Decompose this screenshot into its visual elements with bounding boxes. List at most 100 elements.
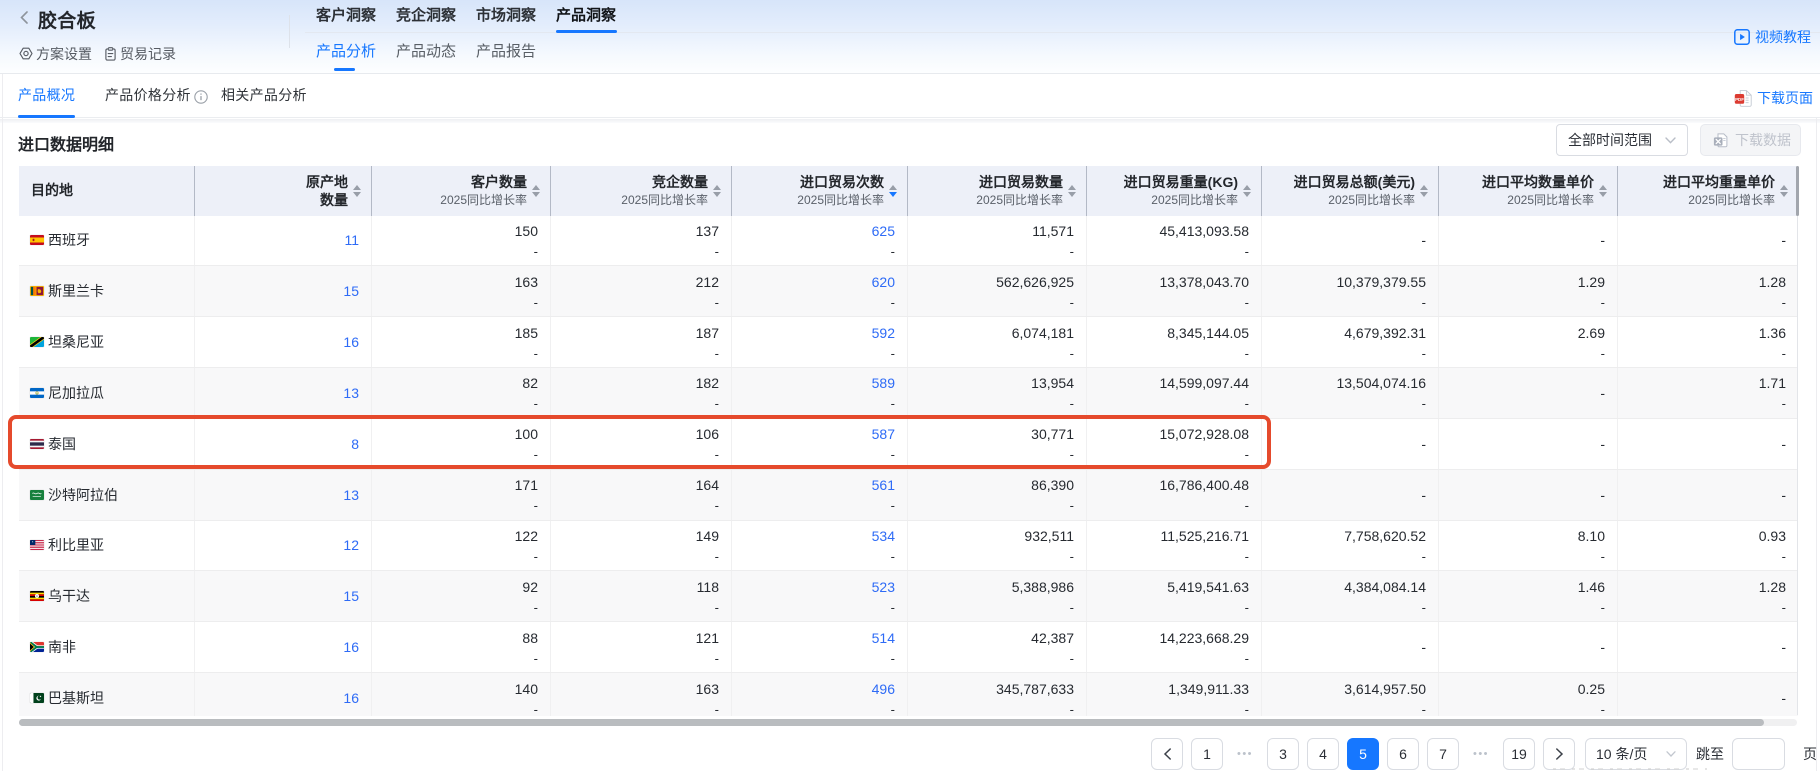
origin-count-link[interactable]: 15 [343,281,359,301]
sort-carets[interactable] [532,185,540,197]
scheme-settings-button[interactable]: 方案设置 [19,45,92,62]
cell-value[interactable]: 534 [872,526,895,546]
content-left-border [2,74,3,771]
cell-growth: - [1601,295,1605,311]
cell-value: 121 [696,628,719,648]
nav-tab-4[interactable]: 产品洞察 [556,0,616,32]
cell-growth: - [715,498,719,514]
cell-value: 212 [696,272,719,292]
cell-origin-count: 8 [195,419,372,469]
col-header-4[interactable]: 竞企数量2025同比增长率 [551,166,732,216]
origin-count-link[interactable]: 8 [351,434,359,454]
page-tab-3[interactable]: 相关产品分析 [221,74,307,117]
col-header-5[interactable]: 进口贸易次数2025同比增长率 [732,166,908,216]
subnav-tab-3[interactable]: 产品报告 [476,40,536,66]
nav-tab-2[interactable]: 竞企洞察 [396,0,456,32]
jump-page-input[interactable] [1732,738,1785,770]
cell-value: 5,388,986 [1012,577,1074,597]
back-icon[interactable] [19,11,29,24]
table-row-沙特阿拉伯: 沙特阿拉伯13171-164-561-86,390-16,786,400.48-… [19,470,1798,521]
cell-2: 82- [372,368,551,418]
cell-value[interactable]: 592 [872,323,895,343]
cell-value[interactable]: 514 [872,628,895,648]
col-header-6[interactable]: 进口贸易数量2025同比增长率 [908,166,1087,216]
info-icon[interactable] [194,90,208,104]
sort-carets[interactable] [889,185,897,197]
pagination-page-19[interactable]: 19 [1503,738,1535,770]
sort-carets[interactable] [1068,185,1076,197]
cell-value[interactable]: 523 [872,577,895,597]
cell-value: 5,419,541.63 [1167,577,1249,597]
cell-5: 13,954- [908,368,1087,418]
cell-value[interactable]: 620 [872,272,895,292]
cell-value[interactable]: 589 [872,373,895,393]
cell-value[interactable]: 625 [872,221,895,241]
col-header-2[interactable]: 原产地数量 [195,166,372,216]
sort-carets[interactable] [1599,185,1607,197]
nav-tab-3[interactable]: 市场洞察 [476,0,536,32]
country-name: 坦桑尼亚 [48,332,104,352]
col-header-9[interactable]: 进口平均数量单价2025同比增长率 [1439,166,1618,216]
cell-5: 345,787,633- [908,673,1087,715]
video-tutorial-link[interactable]: 视频教程 [1734,27,1811,47]
pagination-page-7[interactable]: 7 [1427,738,1459,770]
cell-destination: 坦桑尼亚 [19,317,195,367]
video-tutorial-label: 视频教程 [1755,27,1811,47]
page-tab-2[interactable]: 产品价格分析 [105,74,191,117]
flag-liberia-icon [30,540,44,550]
sort-carets[interactable] [1420,185,1428,197]
table-row-坦桑尼亚: 坦桑尼亚16185-187-592-6,074,181-8,345,144.05… [19,317,1798,368]
cell-value: 45,413,093.58 [1159,221,1249,241]
country-name: 巴基斯坦 [48,688,104,708]
sort-carets[interactable] [713,185,721,197]
subnav-tab-2[interactable]: 产品动态 [396,40,456,66]
origin-count-link[interactable]: 11 [344,230,359,250]
pagination-page-1[interactable]: 1 [1191,738,1223,770]
origin-count-link[interactable]: 12 [343,535,359,555]
trade-records-button[interactable]: 贸易记录 [104,45,176,62]
origin-count-link[interactable]: 16 [343,688,359,708]
col-header-8[interactable]: 进口贸易总额(美元)2025同比增长率 [1262,166,1439,216]
cell-7: - [1262,622,1439,672]
pagination-page-4[interactable]: 4 [1307,738,1339,770]
horizontal-scrollbar-thumb[interactable] [19,719,1764,726]
origin-count-link[interactable]: 13 [343,485,359,505]
cell-growth: - [715,244,719,260]
cell-growth: - [1070,702,1074,716]
page-tab-1[interactable]: 产品概况 [18,74,75,117]
sort-carets[interactable] [1780,185,1788,197]
pagination-next-button[interactable] [1543,738,1575,770]
col-header-10[interactable]: 进口平均重量单价2025同比增长率 [1618,166,1798,216]
vertical-scrollbar-thumb[interactable] [1796,166,1799,216]
cell-value[interactable]: 496 [872,679,895,699]
cell-value[interactable]: 587 [872,424,895,444]
pagination-ellipsis[interactable]: ••• [1467,748,1495,760]
cell-2: 185- [372,317,551,367]
cell-growth: - [1070,346,1074,362]
origin-count-link[interactable]: 16 [343,637,359,657]
flag-nicaragua-icon [30,388,44,398]
cell-6: 15,072,928.08- [1087,419,1262,469]
pagination-page-6[interactable]: 6 [1387,738,1419,770]
pagination-prev-button[interactable] [1151,738,1183,770]
col-header-7[interactable]: 进口贸易重量(KG)2025同比增长率 [1087,166,1262,216]
origin-count-link[interactable]: 16 [343,332,359,352]
download-page-link[interactable]: PDF 下载页面 [1734,88,1813,108]
nav-tab-1[interactable]: 客户洞察 [316,0,376,32]
time-range-select[interactable]: 全部时间范围 [1556,124,1688,156]
pagination-page-5[interactable]: 5 [1347,738,1379,770]
origin-count-link[interactable]: 13 [343,383,359,403]
cell-value: 14,223,668.29 [1159,628,1249,648]
download-data-button[interactable]: 下载数据 [1700,124,1801,156]
origin-count-link[interactable]: 15 [343,586,359,606]
pagination-ellipsis[interactable]: ••• [1231,748,1259,760]
sort-carets[interactable] [353,185,361,197]
pagination-page-3[interactable]: 3 [1267,738,1299,770]
table-row-巴基斯坦: 巴基斯坦16140-163-496-345,787,633-1,349,911.… [19,673,1798,715]
col-header-3[interactable]: 客户数量2025同比增长率 [372,166,551,216]
cell-5: 932,511- [908,521,1087,571]
cell-value[interactable]: 561 [872,475,895,495]
sort-carets[interactable] [1243,185,1251,197]
page-size-select[interactable]: 10 条/页 [1585,738,1687,770]
subnav-tab-1[interactable]: 产品分析 [316,40,376,66]
